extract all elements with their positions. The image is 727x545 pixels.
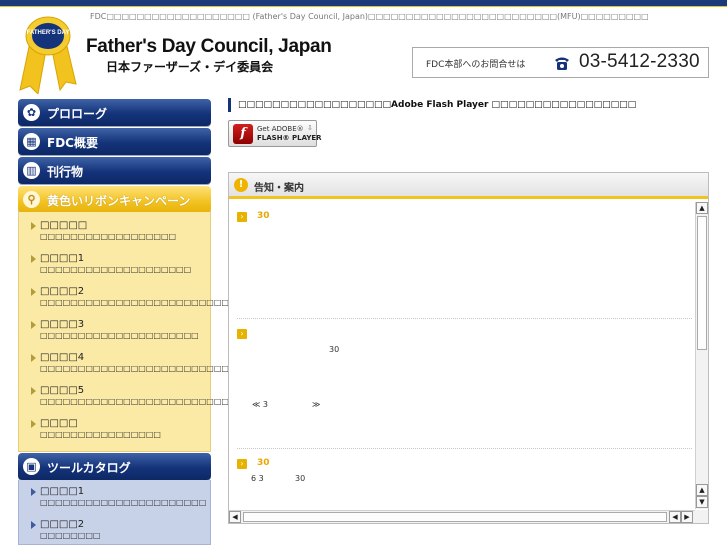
- news-scroll-area[interactable]: › 30 › 30 ≪ 3 ≫ › 30 6 3 30: [229, 202, 695, 510]
- nav-label: 刊行物: [47, 165, 84, 179]
- nav-label: 黄色いリボンキャンペーン: [47, 194, 191, 208]
- scroll-left-icon[interactable]: ◀: [669, 511, 681, 523]
- scroll-left-icon[interactable]: ◀: [229, 511, 241, 523]
- arrow-right-icon: [31, 488, 36, 496]
- news-text: 6 3: [251, 474, 264, 483]
- gift-icon: ▣: [23, 458, 40, 475]
- subnav-title: □□□□□: [40, 220, 88, 231]
- nav-label: プロローグ: [47, 107, 108, 121]
- news-date: 30: [257, 458, 270, 468]
- subnav-desc: □□□□□□□□□□□□□□□□□□: [40, 232, 177, 241]
- notice-header: ! 告知・案内: [229, 173, 708, 199]
- scroll-right-icon[interactable]: ▶: [681, 511, 693, 523]
- scroll-up-icon[interactable]: ▲: [696, 202, 708, 214]
- chevron-right-icon: ›: [237, 212, 247, 222]
- top-accent-line: [0, 6, 727, 7]
- building-icon: ▦: [23, 133, 40, 150]
- flash-player-notice: □□□□□□□□□□□□□□□□□□Adobe Flash Player □□□…: [228, 98, 636, 112]
- scrollbar-corner: [695, 510, 708, 523]
- subnav-title: □□□□2: [40, 519, 85, 530]
- scroll-down-icon[interactable]: ▼: [696, 496, 708, 508]
- vertical-scroll-thumb[interactable]: [697, 216, 707, 350]
- exclamation-icon: !: [234, 178, 248, 192]
- chevron-right-icon: ›: [237, 459, 247, 469]
- subnav-title: □□□□4: [40, 352, 85, 363]
- news-text: ≪ 3: [252, 400, 269, 409]
- nav-label: FDC概要: [47, 136, 98, 150]
- flower-icon: ✿: [23, 104, 40, 121]
- contact-label: FDC本部へのお問合せは: [426, 60, 526, 70]
- subnav-desc: □□□□□□□□□□□□□□□□□□□□□: [40, 331, 199, 340]
- arrow-right-icon: [31, 521, 36, 529]
- subnav-title: □□□□: [40, 418, 78, 429]
- ribbon-subnav-panel: □□□□□ □□□□□□□□□□□□□□□□□□ □□□□1 □□□□□□□□□…: [18, 212, 259, 452]
- nav-fdc-overview[interactable]: ▦ FDC概要: [18, 128, 211, 155]
- yellow-ribbon-logo[interactable]: FATHER'S DAY: [16, 14, 80, 94]
- nav-prologue[interactable]: ✿ プロローグ: [18, 99, 211, 126]
- site-tagline: FDC□□□□□□□□□□□□□□□□□□□ (Father's Day Cou…: [90, 12, 649, 21]
- nav-yellow-ribbon-campaign[interactable]: ⚲ 黄色いリボンキャンペーン: [18, 186, 211, 213]
- subnav-desc: □□□□□□□□□□□□□□□□□□□□□□□□□□□: [40, 364, 245, 373]
- flash-logo-icon: f: [233, 124, 253, 144]
- book-icon: ▥: [23, 162, 40, 179]
- subnav-title: □□□□2: [40, 286, 85, 297]
- notice-title: 告知・案内: [254, 183, 304, 194]
- subnav-desc: □□□□□□□□□□□□□□□□□□□□: [40, 265, 192, 274]
- nav-label: ツールカタログ: [47, 461, 131, 475]
- subnav-title: □□□□1: [40, 253, 85, 264]
- flash-button-line1: Get ADOBE®: [257, 125, 304, 133]
- news-divider: [237, 318, 692, 319]
- arrow-right-icon: [31, 288, 36, 296]
- subnav-title: □□□□1: [40, 486, 85, 497]
- arrow-right-icon: [31, 255, 36, 263]
- get-flash-player-button[interactable]: f Get ADOBE® FLASH® PLAYER ⇩: [228, 120, 322, 147]
- scroll-down-icon[interactable]: ▲: [696, 484, 708, 496]
- arrow-right-icon: [31, 321, 36, 329]
- news-text: 30: [329, 345, 340, 354]
- nav-publications[interactable]: ▥ 刊行物: [18, 157, 211, 184]
- telephone-icon: [555, 57, 569, 70]
- subnav-desc: □□□□□□□□□□□□□□□□: [40, 430, 161, 439]
- vertical-scrollbar[interactable]: ▲ ▲ ▼: [695, 202, 708, 509]
- nav-tool-catalog[interactable]: ▣ ツールカタログ: [18, 453, 211, 480]
- horizontal-scroll-thumb[interactable]: [243, 512, 667, 522]
- download-icon: ⇩: [307, 124, 313, 132]
- ribbon-icon: ⚲: [23, 191, 40, 208]
- subnav-title: □□□□3: [40, 319, 85, 330]
- arrow-right-icon: [31, 387, 36, 395]
- brand-name-japanese[interactable]: 日本ファーザーズ・デイ委員会: [106, 58, 273, 75]
- news-divider: [237, 448, 692, 449]
- arrow-right-icon: [31, 354, 36, 362]
- news-text: ≫: [312, 400, 321, 409]
- arrow-right-icon: [31, 420, 36, 428]
- notice-panel: ! 告知・案内 › 30 › 30 ≪ 3 ≫ › 30 6 3 30 ▲ ▲ …: [228, 172, 709, 524]
- contact-phone-number: 03-5412-2330: [579, 51, 700, 72]
- tool-subnav-panel: □□□□1 □□□□□□□□□□□□□□□□□□□□□□ □□□□2 □□□□□…: [18, 480, 211, 545]
- flash-button-line2: FLASH® PLAYER: [257, 134, 322, 142]
- subnav-desc: □□□□□□□□□□□□□□□□□□□□□□□□□□□: [40, 397, 245, 406]
- horizontal-scrollbar[interactable]: ◀ ◀ ▶: [229, 510, 695, 523]
- subnav-desc: □□□□□□□□: [40, 531, 101, 540]
- news-text: 30: [295, 474, 306, 483]
- ribbon-logo-text-top: FATHER'S DAY: [27, 30, 70, 36]
- news-date: 30: [257, 211, 270, 221]
- brand-name-english[interactable]: Father's Day Council, Japan: [86, 36, 332, 58]
- arrow-right-icon: [31, 222, 36, 230]
- subnav-desc: □□□□□□□□□□□□□□□□□□□□□□: [40, 498, 207, 507]
- subnav-title: □□□□5: [40, 385, 85, 396]
- subnav-desc: □□□□□□□□□□□□□□□□□□□□□□□□□□□□□: [40, 298, 260, 307]
- contact-box[interactable]: FDC本部へのお問合せは 03-5412-2330: [412, 47, 709, 78]
- chevron-right-icon: ›: [237, 329, 247, 339]
